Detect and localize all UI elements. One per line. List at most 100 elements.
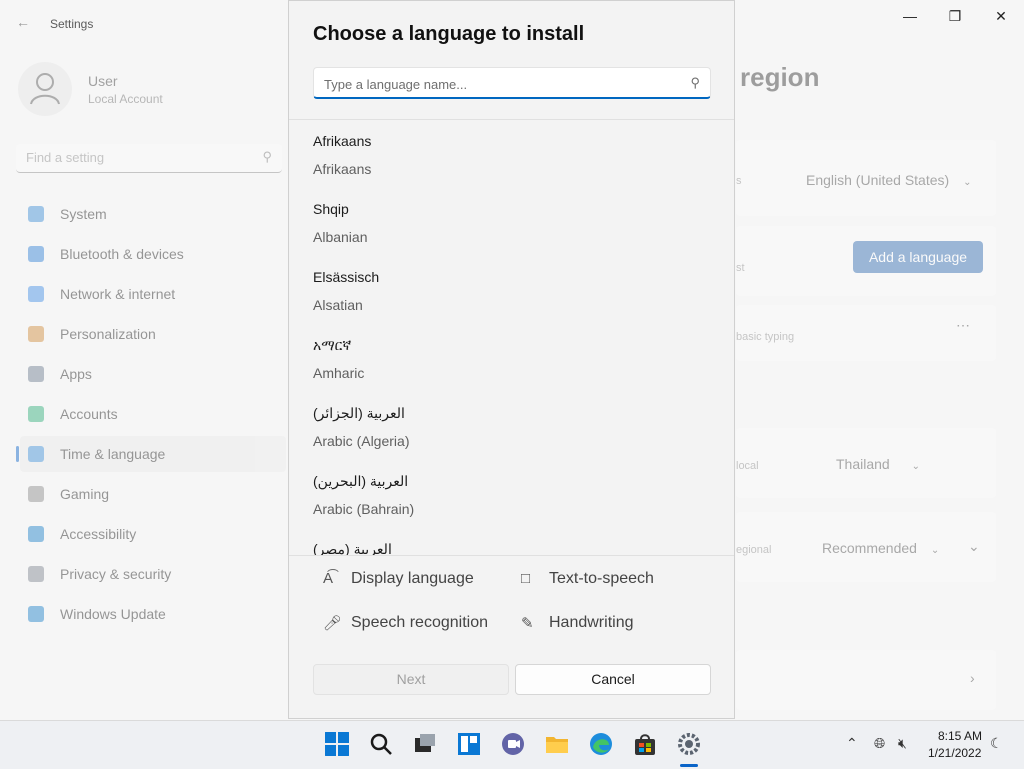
sidebar-item-icon <box>28 286 44 302</box>
globe-icon[interactable]: 🌐︎ <box>874 735 885 752</box>
display-language-value: English (United States) <box>806 172 950 188</box>
expand-chevron-icon[interactable]: ⌄ <box>968 538 980 555</box>
sidebar-item-icon <box>28 486 44 502</box>
next-button[interactable]: Next <box>313 664 509 695</box>
file-explorer-icon[interactable] <box>544 731 570 757</box>
feature-label: Display language <box>351 570 474 587</box>
task-view-icon[interactable] <box>412 731 438 757</box>
sidebar-item-windows-update[interactable]: Windows Update <box>20 596 286 632</box>
sidebar-item-label: Accessibility <box>60 526 137 542</box>
language-english-name: Arabic (Algeria) <box>313 433 410 449</box>
search-icon: ⚲ <box>690 75 700 90</box>
sidebar-item-apps[interactable]: Apps <box>20 356 286 392</box>
language-search-input[interactable] <box>322 74 676 94</box>
language-list-item[interactable]: العربية (الجزائر) Arabic (Algeria) <box>289 392 734 460</box>
sidebar-item-system[interactable]: System <box>20 196 286 232</box>
sidebar-item-icon <box>28 206 44 222</box>
clock-time[interactable]: 8:15 AM <box>938 729 982 743</box>
find-setting-placeholder: Find a setting <box>26 150 105 165</box>
language-english-name: Arabic (Bahrain) <box>313 501 415 517</box>
feature-label: Text-to-speech <box>549 570 654 587</box>
sidebar-item-icon <box>28 246 44 262</box>
language-list-item[interactable]: العربية (مصر) <box>289 528 734 556</box>
search-icon[interactable] <box>368 731 394 757</box>
sidebar-item-label: Network & internet <box>60 286 176 302</box>
store-icon[interactable] <box>632 731 658 757</box>
taskbar: ⌃ 🌐︎ 🔇︎ 8:15 AM 1/21/2022 ☾ <box>0 720 1024 769</box>
language-english-name: Albanian <box>313 229 368 245</box>
sidebar-item-label: Gaming <box>60 486 110 502</box>
text-to-speech-icon: □ <box>521 570 531 587</box>
language-native-name: العربية (الجزائر) <box>313 405 405 421</box>
sidebar-item-label: Personalization <box>60 326 156 342</box>
handwriting-icon: ✎ <box>521 615 534 632</box>
language-list[interactable]: Afrikaans Afrikaans Shqip Albanian Elsässisc… <box>289 119 734 556</box>
minimize-icon[interactable]: — <box>896 8 924 26</box>
language-native-name: Elsässisch <box>313 269 380 285</box>
regional-format-card: egional Recommended ⌄ ⌄ <box>736 512 996 582</box>
chevron-down-icon: ⌄ <box>930 545 940 556</box>
language-list-item[interactable]: Elsässisch Alsatian <box>289 256 734 324</box>
windows-display-language-card: s English (United States) ⌄ <box>736 140 996 216</box>
display-language-dropdown[interactable]: English (United States) ⌄ <box>806 172 971 188</box>
user-icon <box>30 73 60 105</box>
sidebar-item-network-internet[interactable]: Network & internet <box>20 276 286 312</box>
chevron-up-icon[interactable]: ⌃ <box>846 735 858 752</box>
user-name: User <box>88 73 118 89</box>
sidebar-item-icon <box>28 606 44 622</box>
chevron-down-icon: ⌄ <box>963 177 972 188</box>
language-native-name: العربية (البحرين) <box>313 473 409 489</box>
edge-icon[interactable] <box>588 731 614 757</box>
chat-icon[interactable] <box>500 731 526 757</box>
feature-label: Handwriting <box>549 614 634 631</box>
sidebar-item-label: Privacy & security <box>60 566 172 582</box>
sidebar-item-label: System <box>60 206 107 222</box>
language-native-name: العربية (مصر) <box>313 541 392 556</box>
language-list-item[interactable]: አማርኛ Amharic <box>289 324 734 392</box>
search-icon: ⚲ <box>262 149 272 164</box>
sidebar-item-icon <box>28 406 44 422</box>
sidebar-item-time-language[interactable]: Time & language <box>16 436 286 472</box>
sidebar-item-accessibility[interactable]: Accessibility <box>20 516 286 552</box>
find-setting-input[interactable]: Find a setting ⚲ <box>16 144 282 173</box>
more-options-icon[interactable]: ⋯ <box>956 317 970 334</box>
language-list-item[interactable]: Afrikaans Afrikaans <box>289 120 734 188</box>
app-title: Settings <box>50 17 94 31</box>
widgets-icon[interactable] <box>456 731 482 757</box>
close-icon[interactable]: ✕ <box>987 8 1015 26</box>
country-dropdown[interactable]: Thailand ⌄ <box>836 456 920 472</box>
active-app-indicator <box>680 764 698 767</box>
sidebar-item-privacy-security[interactable]: Privacy & security <box>20 556 286 592</box>
language-search-box[interactable]: ⚲ <box>313 67 711 99</box>
sidebar-item-label: Apps <box>60 366 92 382</box>
regional-format-dropdown[interactable]: Recommended ⌄ <box>822 540 939 556</box>
dialog-title: Choose a language to install <box>313 23 585 45</box>
cancel-button[interactable]: Cancel <box>515 664 711 695</box>
language-list-item[interactable]: العربية (البحرين) Arabic (Bahrain) <box>289 460 734 528</box>
country-region-card: local Thailand ⌄ <box>736 428 996 498</box>
sidebar-item-gaming[interactable]: Gaming <box>20 476 286 512</box>
sidebar-item-personalization[interactable]: Personalization <box>20 316 286 352</box>
user-account-type: Local Account <box>88 92 163 106</box>
sidebar-item-icon <box>28 526 44 542</box>
language-english-name: Afrikaans <box>313 161 372 177</box>
maximize-icon[interactable]: ❐ <box>941 8 969 26</box>
speaker-muted-icon[interactable]: 🔇︎ <box>898 735 907 752</box>
sidebar-item-bluetooth-devices[interactable]: Bluetooth & devices <box>20 236 286 272</box>
microphone-icon: 🎤︎ <box>323 615 343 632</box>
sidebar-item-icon <box>28 446 44 462</box>
choose-language-dialog: Choose a language to install ⚲ Afrikaans… <box>288 0 735 719</box>
back-arrow-icon[interactable]: ← <box>16 14 32 30</box>
clock-date[interactable]: 1/21/2022 <box>928 746 981 760</box>
add-language-button[interactable]: Add a language <box>853 241 983 273</box>
language-features: A͡ Display language □ Text-to-speech 🎤︎ … <box>289 555 734 720</box>
sidebar-item-accounts[interactable]: Accounts <box>20 396 286 432</box>
sidebar-item-icon <box>28 366 44 382</box>
notification-icon[interactable]: ☾ <box>990 735 1003 752</box>
settings-gear-icon[interactable] <box>676 731 702 757</box>
language-item-card: basic typing ⋯ <box>736 305 996 361</box>
card-muted-text: local <box>736 460 759 472</box>
related-settings-card[interactable]: › <box>736 650 996 710</box>
language-list-item[interactable]: Shqip Albanian <box>289 188 734 256</box>
start-icon[interactable] <box>324 731 350 757</box>
